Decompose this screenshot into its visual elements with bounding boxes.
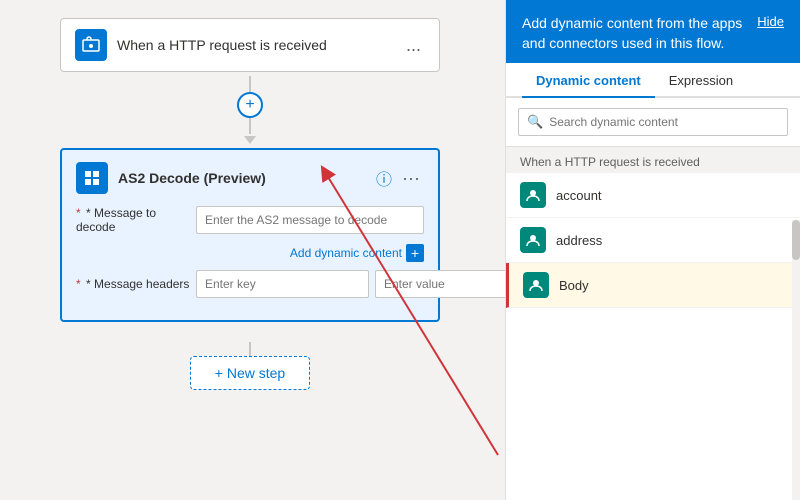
new-step-wrapper: + New step [190,342,310,390]
panel-header: Add dynamic content from the apps and co… [506,0,800,63]
panel-search: 🔍 [506,98,800,147]
message-decode-row: * * Message to decode [76,206,424,234]
dynamic-content-link-row: Add dynamic content + [76,244,424,262]
flow-canvas: When a HTTP request is received ... + AS… [0,0,500,500]
as2-card-title: AS2 Decode (Preview) [118,170,376,186]
item-label: address [556,233,602,248]
message-decode-input[interactable] [196,206,424,234]
required-star: * [76,206,81,220]
panel-hide-button[interactable]: Hide [757,14,784,29]
add-dynamic-content-plus[interactable]: + [406,244,424,262]
as2-menu-button[interactable]: ··· [398,168,424,189]
scrollbar-track[interactable] [792,220,800,500]
http-card-menu-button[interactable]: ... [402,35,425,56]
as2-decode-card: AS2 Decode (Preview) ⓘ ··· * * Message t… [60,148,440,322]
connector: + [237,76,263,144]
list-item[interactable]: account [506,173,800,218]
panel-tabs: Dynamic content Expression [506,63,800,98]
new-step-line [249,342,251,356]
tab-dynamic-content[interactable]: Dynamic content [522,63,655,98]
search-icon: 🔍 [527,114,543,130]
search-box: 🔍 [518,108,788,136]
item-label: account [556,188,602,203]
address-icon [520,227,546,253]
scrollbar-thumb[interactable] [792,220,800,260]
http-card-icon [75,29,107,61]
required-star-2: * [76,277,81,291]
as2-card-header: AS2 Decode (Preview) ⓘ ··· [76,162,424,194]
connector-line-2 [249,118,251,134]
message-headers-label: * * Message headers [76,277,196,291]
list-item[interactable]: address [506,218,800,263]
connector-arrow [244,136,256,144]
tab-expression[interactable]: Expression [655,63,747,98]
message-headers-row: * * Message headers ⊞ [76,270,424,298]
http-request-card: When a HTTP request is received ... [60,18,440,72]
new-step-button[interactable]: + New step [190,356,310,390]
list-item-body[interactable]: Body [506,263,800,308]
item-label-body: Body [559,278,589,293]
connector-line [249,76,251,92]
as2-info-button[interactable]: ⓘ [376,166,392,190]
http-card-title: When a HTTP request is received [117,37,402,53]
account-icon [520,182,546,208]
panel-items-list: When a HTTP request is received account … [506,147,800,500]
search-input[interactable] [549,115,779,129]
body-icon [523,272,549,298]
header-key-input[interactable] [196,270,369,298]
as2-card-icon [76,162,108,194]
dynamic-content-panel: Add dynamic content from the apps and co… [505,0,800,500]
panel-header-text: Add dynamic content from the apps and co… [522,14,749,53]
panel-section-label: When a HTTP request is received [506,147,800,173]
add-dynamic-content-link[interactable]: Add dynamic content [290,246,402,260]
message-decode-label: * * Message to decode [76,206,196,234]
add-step-button[interactable]: + [237,92,263,118]
